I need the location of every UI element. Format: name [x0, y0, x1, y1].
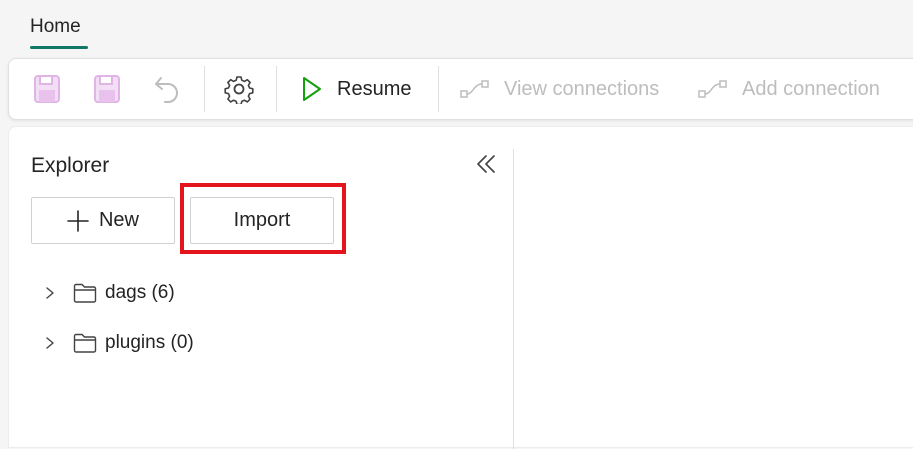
view-connections-button[interactable]: View connections — [460, 59, 659, 119]
toolbar-separator — [276, 66, 277, 112]
chevron-right-icon[interactable] — [43, 286, 57, 300]
resume-button[interactable]: Resume — [301, 59, 411, 119]
new-button-label: New — [98, 209, 139, 231]
resume-label: Resume — [337, 77, 412, 100]
save-as-icon — [94, 75, 120, 103]
double-chevron-left-icon — [477, 155, 495, 173]
settings-button[interactable] — [224, 59, 254, 119]
pane-divider[interactable] — [513, 149, 514, 449]
tree-item-plugins[interactable]: plugins (0) — [43, 328, 194, 358]
ribbon-tabbar: Home — [0, 0, 913, 56]
folder-icon — [73, 283, 97, 303]
toolbar: Resume View connections Add connection — [8, 58, 913, 120]
new-button[interactable]: New — [31, 197, 175, 244]
save-icon — [34, 75, 60, 103]
chevron-right-icon[interactable] — [43, 336, 57, 350]
import-button[interactable]: Import — [190, 197, 334, 244]
tab-home[interactable]: Home — [30, 16, 81, 38]
collapse-button[interactable] — [475, 151, 497, 177]
undo-button[interactable] — [153, 59, 183, 119]
view-connections-label: View connections — [504, 77, 660, 100]
connection-icon — [460, 80, 489, 98]
tab-home-underline — [30, 46, 88, 49]
connection-icon — [698, 80, 727, 98]
folder-icon — [73, 333, 97, 353]
undo-icon — [155, 77, 178, 103]
toolbar-separator — [204, 66, 205, 112]
explorer-panel: Explorer New Import dags (6) plugins (0) — [8, 126, 913, 449]
save-as-button[interactable] — [93, 59, 123, 119]
tree-item-dags[interactable]: dags (6) — [43, 278, 175, 308]
gear-icon — [224, 76, 254, 104]
tree-item-label: dags (6) — [105, 282, 175, 303]
save-button[interactable] — [33, 59, 61, 119]
explorer-title: Explorer — [31, 154, 110, 177]
add-connection-label: Add connection — [742, 77, 880, 100]
play-icon — [303, 77, 321, 101]
plus-icon — [67, 209, 89, 232]
tree-item-label: plugins (0) — [105, 332, 194, 353]
add-connection-button[interactable]: Add connection — [698, 59, 880, 119]
toolbar-separator — [438, 66, 439, 112]
